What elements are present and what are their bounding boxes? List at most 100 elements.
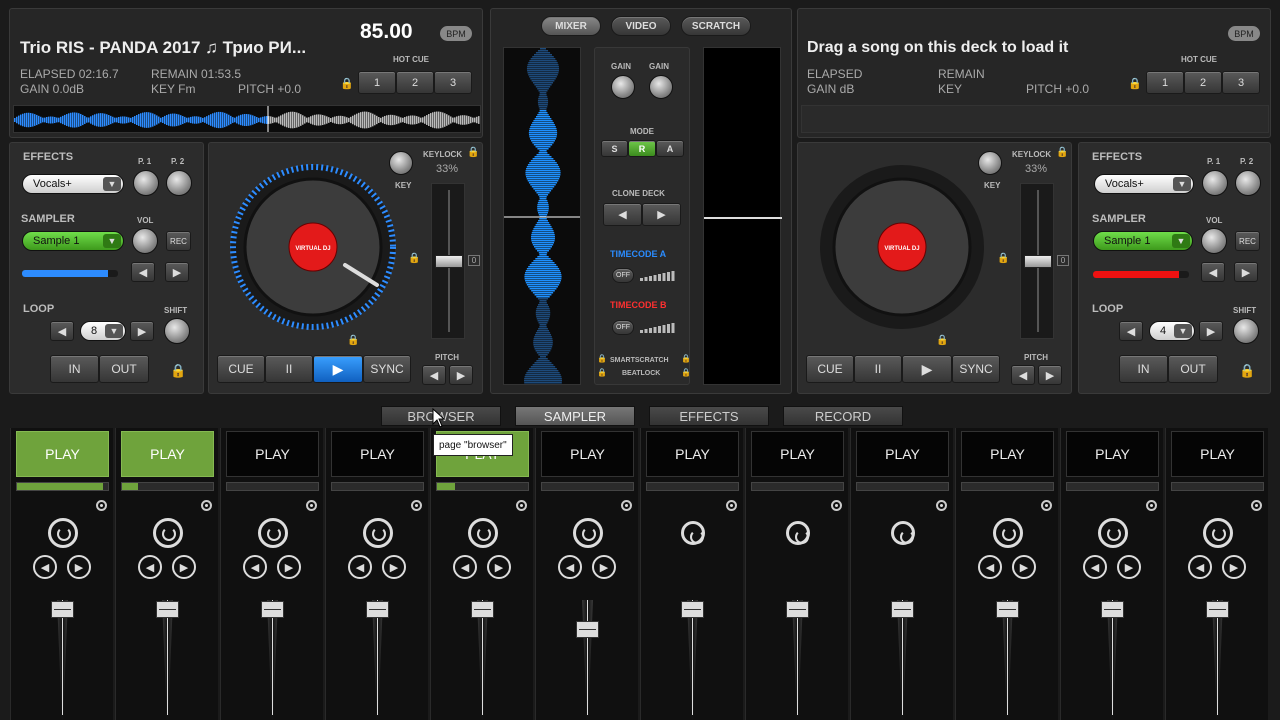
sample-volume-fader[interactable] — [996, 601, 1019, 618]
pitch-down-button[interactable]: ◀ — [1011, 365, 1035, 385]
key-knob[interactable] — [389, 151, 413, 175]
deck-a-bpm-badge[interactable]: BPM — [440, 26, 472, 41]
sync-button[interactable]: SYNC — [363, 355, 411, 383]
sample-loop-knob[interactable] — [573, 518, 603, 548]
sample-volume-fader[interactable] — [1101, 601, 1124, 618]
sampler-prev-button[interactable]: ◀ — [1201, 262, 1225, 282]
sample-loop-knob[interactable] — [681, 521, 705, 545]
sampler-next-button[interactable]: ▶ — [165, 262, 189, 282]
hot-cue-2-button[interactable]: 2 — [1184, 71, 1222, 94]
sample-loop-knob[interactable] — [258, 518, 288, 548]
vertical-waveform-a[interactable] — [503, 47, 581, 385]
lock-icon[interactable]: 🔒 — [597, 354, 607, 363]
pitch-slider-track[interactable] — [1020, 183, 1054, 339]
sample-prev-button[interactable]: ◀ — [243, 555, 267, 579]
sample-play-button[interactable]: PLAY — [961, 431, 1054, 477]
sample-play-button[interactable]: PLAY — [541, 431, 634, 477]
tab-effects[interactable]: EFFECTS — [649, 406, 769, 426]
loop-select[interactable]: 8 ▼ — [80, 321, 126, 341]
sample-volume-fader[interactable] — [51, 601, 74, 618]
lock-icon[interactable]: 🔒 — [467, 147, 479, 158]
rec-button[interactable]: REC — [166, 231, 191, 251]
sample-loop-knob[interactable] — [48, 518, 78, 548]
sample-play-button[interactable]: PLAY — [1171, 431, 1264, 477]
lock-icon[interactable]: 🔒 — [997, 253, 1009, 264]
key-knob[interactable] — [978, 151, 1002, 175]
pitch-slider-handle[interactable] — [1024, 255, 1052, 268]
sample-loop-knob[interactable] — [1203, 518, 1233, 548]
loop-out-button[interactable]: OUT — [1168, 355, 1218, 383]
sample-select-dot[interactable] — [726, 500, 737, 511]
sample-volume-fader[interactable] — [366, 601, 389, 618]
loop-prev-button[interactable]: ◀ — [50, 321, 74, 341]
sampler-vol-knob[interactable] — [132, 228, 158, 254]
hot-cue-3-button[interactable]: 3 — [1222, 71, 1260, 94]
lock-icon[interactable]: 🔒 — [681, 354, 691, 363]
sample-play-button[interactable]: PLAY — [751, 431, 844, 477]
lock-icon[interactable]: 🔒 — [340, 77, 354, 90]
sampler-select[interactable]: Sample 1 ▼ — [1093, 231, 1193, 251]
sample-loop-knob[interactable] — [786, 521, 810, 545]
sample-prev-button[interactable]: ◀ — [33, 555, 57, 579]
timecode-a-off-button[interactable]: OFF — [612, 268, 634, 283]
sample-loop-knob[interactable] — [993, 518, 1023, 548]
lock-icon[interactable]: 🔒 — [347, 335, 359, 346]
sample-play-button[interactable]: PLAY — [16, 431, 109, 477]
sampler-prev-button[interactable]: ◀ — [131, 262, 155, 282]
sample-volume-fader[interactable] — [786, 601, 809, 618]
pitch-slider-track[interactable] — [431, 183, 465, 339]
gain-b-knob[interactable] — [649, 75, 673, 99]
sample-volume-fader[interactable] — [576, 621, 599, 638]
mode-s-button[interactable]: S — [601, 140, 628, 157]
tab-mixer[interactable]: MIXER — [541, 16, 601, 36]
shift-knob[interactable] — [164, 318, 190, 344]
mode-a-button[interactable]: A — [656, 140, 684, 157]
sample-loop-knob[interactable] — [891, 521, 915, 545]
sample-prev-button[interactable]: ◀ — [348, 555, 372, 579]
sampler-next-button[interactable]: ▶ — [1234, 262, 1258, 282]
deck-b-waveform[interactable] — [801, 105, 1269, 133]
sample-prev-button[interactable]: ◀ — [558, 555, 582, 579]
rec-button[interactable]: REC — [1235, 231, 1260, 251]
sampler-select[interactable]: Sample 1 ▼ — [22, 231, 124, 251]
sample-select-dot[interactable] — [306, 500, 317, 511]
effect-p1-knob[interactable] — [1202, 170, 1228, 196]
pitch-down-button[interactable]: ◀ — [422, 365, 446, 385]
tab-scratch[interactable]: SCRATCH — [681, 16, 751, 36]
pitch-slider-handle[interactable] — [435, 255, 463, 268]
loop-in-button[interactable]: IN — [50, 355, 99, 383]
sample-next-button[interactable]: ▶ — [277, 555, 301, 579]
sample-volume-fader[interactable] — [1206, 601, 1229, 618]
loop-select[interactable]: 4 ▼ — [1149, 321, 1195, 341]
sample-prev-button[interactable]: ◀ — [1083, 555, 1107, 579]
lock-icon[interactable]: 🔒 — [170, 363, 186, 379]
sample-select-dot[interactable] — [936, 500, 947, 511]
loop-next-button[interactable]: ▶ — [130, 321, 154, 341]
lock-icon[interactable]: 🔒 — [1239, 363, 1255, 379]
loop-in-button[interactable]: IN — [1119, 355, 1168, 383]
jog-wheel-a[interactable]: VIRTUAL DJ — [227, 161, 399, 333]
lock-icon[interactable]: 🔒 — [936, 335, 948, 346]
effect-p1-knob[interactable] — [133, 170, 159, 196]
effect-p2-knob[interactable] — [166, 170, 192, 196]
cue-button[interactable]: CUE — [806, 355, 854, 383]
sample-volume-fader[interactable] — [891, 601, 914, 618]
timecode-b-off-button[interactable]: OFF — [612, 320, 634, 335]
sampler-vol-knob[interactable] — [1201, 228, 1227, 254]
play-button[interactable]: ▶ — [902, 355, 952, 383]
sample-loop-knob[interactable] — [153, 518, 183, 548]
tab-video[interactable]: VIDEO — [611, 16, 671, 36]
sample-next-button[interactable]: ▶ — [1117, 555, 1141, 579]
sample-volume-fader[interactable] — [156, 601, 179, 618]
pitch-up-button[interactable]: ▶ — [449, 365, 473, 385]
lock-icon[interactable]: 🔒 — [1056, 147, 1068, 158]
sample-loop-knob[interactable] — [363, 518, 393, 548]
sample-next-button[interactable]: ▶ — [172, 555, 196, 579]
lock-icon[interactable]: 🔒 — [597, 368, 607, 377]
sample-next-button[interactable]: ▶ — [67, 555, 91, 579]
hot-cue-1-button[interactable]: 1 — [358, 71, 396, 94]
sample-prev-button[interactable]: ◀ — [453, 555, 477, 579]
sample-play-button[interactable]: PLAY — [646, 431, 739, 477]
sample-next-button[interactable]: ▶ — [382, 555, 406, 579]
sample-volume-fader[interactable] — [681, 601, 704, 618]
